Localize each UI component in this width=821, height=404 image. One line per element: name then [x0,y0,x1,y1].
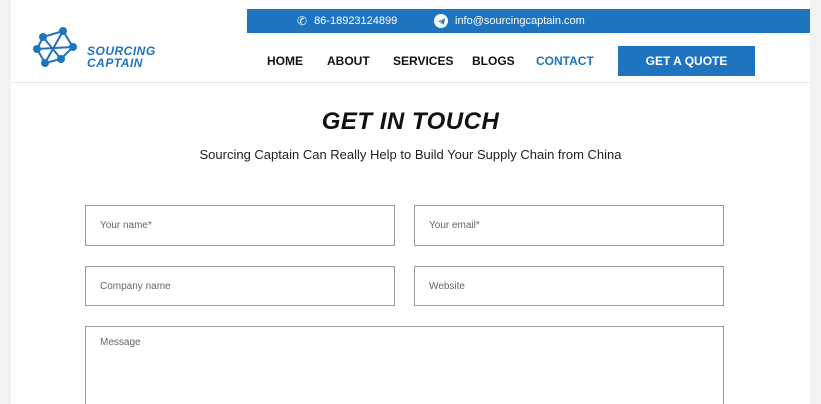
nav-about[interactable]: ABOUT [327,54,370,68]
email-field[interactable] [414,205,724,246]
page-title: GET IN TOUCH [321,108,500,135]
name-field[interactable] [85,205,395,246]
email-address: info@sourcingcaptain.com [455,15,585,27]
phone-link[interactable]: ✆ 86-18923124899 [297,9,397,33]
nav-home[interactable]: HOME [267,54,303,68]
nav-services[interactable]: SERVICES [393,54,453,68]
message-field[interactable] [85,326,724,404]
logo[interactable]: SOURCING CAPTAIN [33,25,183,75]
logo-text-line2: CAPTAIN [87,56,143,70]
page-subtitle: Sourcing Captain Can Really Help to Buil… [199,147,622,162]
nav-contact[interactable]: CONTACT [536,54,594,68]
phone-number: 86-18923124899 [314,15,398,27]
phone-icon: ✆ [297,14,308,28]
get-a-quote-button[interactable]: GET A QUOTE [618,46,755,76]
header-divider [11,82,810,83]
logo-network-icon [33,27,77,67]
company-field[interactable] [85,266,395,306]
website-field[interactable] [414,266,724,306]
email-link[interactable]: info@sourcingcaptain.com [434,9,585,33]
top-contact-bar: ✆ 86-18923124899 info@sourcingcaptain.co… [247,9,810,33]
telegram-icon [434,14,448,28]
nav-blogs[interactable]: BLOGS [472,54,515,68]
